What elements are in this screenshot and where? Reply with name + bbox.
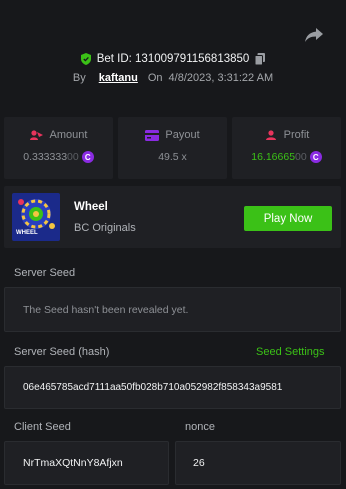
username-link[interactable]: kaftanu xyxy=(99,72,138,84)
game-thumbnail-label: WHEEL xyxy=(16,230,38,236)
amount-value: 0.333333 xyxy=(23,151,68,163)
seed-settings-link[interactable]: Seed Settings xyxy=(256,346,325,358)
user-coins-icon xyxy=(29,129,43,140)
bet-stats: Amount 0.333333 00 C Payout 49.5 x Profit xyxy=(4,117,341,179)
on-label: On xyxy=(147,72,163,84)
profit-label: Profit xyxy=(283,129,310,141)
by-label: By xyxy=(72,72,86,84)
client-seed-field[interactable]: NrTmaXQtNnY8Afjxn xyxy=(4,441,169,485)
server-seed-label: Server Seed xyxy=(14,267,76,279)
game-provider: BC Originals xyxy=(74,222,136,234)
game-name: Wheel xyxy=(74,201,108,213)
copy-icon[interactable] xyxy=(255,53,266,65)
user-profit-icon xyxy=(265,129,276,140)
nonce-field[interactable]: 26 xyxy=(175,441,341,485)
bet-meta-row: By kaftanu On 4/8/2023, 3:31:22 AM xyxy=(0,72,346,84)
nonce-label: nonce xyxy=(185,421,215,433)
payout-value: 49.5 x xyxy=(158,151,187,163)
profit-value: 16.16665 xyxy=(251,151,296,163)
amount-value-trailing: 00 xyxy=(67,151,79,163)
coin-icon: C xyxy=(309,151,322,163)
card-icon xyxy=(145,129,160,141)
client-seed-label: Client Seed xyxy=(14,421,71,433)
share-icon[interactable] xyxy=(305,28,323,42)
coin-icon: C xyxy=(81,151,94,163)
game-thumbnail[interactable]: WHEEL xyxy=(12,193,60,241)
bet-timestamp: 4/8/2023, 3:31:22 AM xyxy=(168,72,274,84)
verified-shield-icon xyxy=(80,53,91,65)
server-seed-hash-field[interactable]: 06e465785acd7111aa50fb028b710a052982f858… xyxy=(4,366,341,409)
amount-card: Amount 0.333333 00 C xyxy=(4,117,113,179)
bet-id-row: Bet ID: 131009791156813850 xyxy=(0,53,346,65)
server-seed-field[interactable]: The Seed hasn't been revealed yet. xyxy=(4,287,341,332)
bet-id: Bet ID: 131009791156813850 xyxy=(96,53,250,65)
profit-card: Profit 16.16665 00 C xyxy=(232,117,341,179)
game-card: WHEEL Wheel BC Originals Play Now xyxy=(4,186,341,248)
server-seed-hash-label: Server Seed (hash) xyxy=(14,346,110,358)
profit-value-trailing: 00 xyxy=(295,151,307,163)
payout-card: Payout 49.5 x xyxy=(118,117,227,179)
payout-label: Payout xyxy=(165,129,200,141)
amount-label: Amount xyxy=(49,129,88,141)
play-now-button[interactable]: Play Now xyxy=(244,206,332,231)
